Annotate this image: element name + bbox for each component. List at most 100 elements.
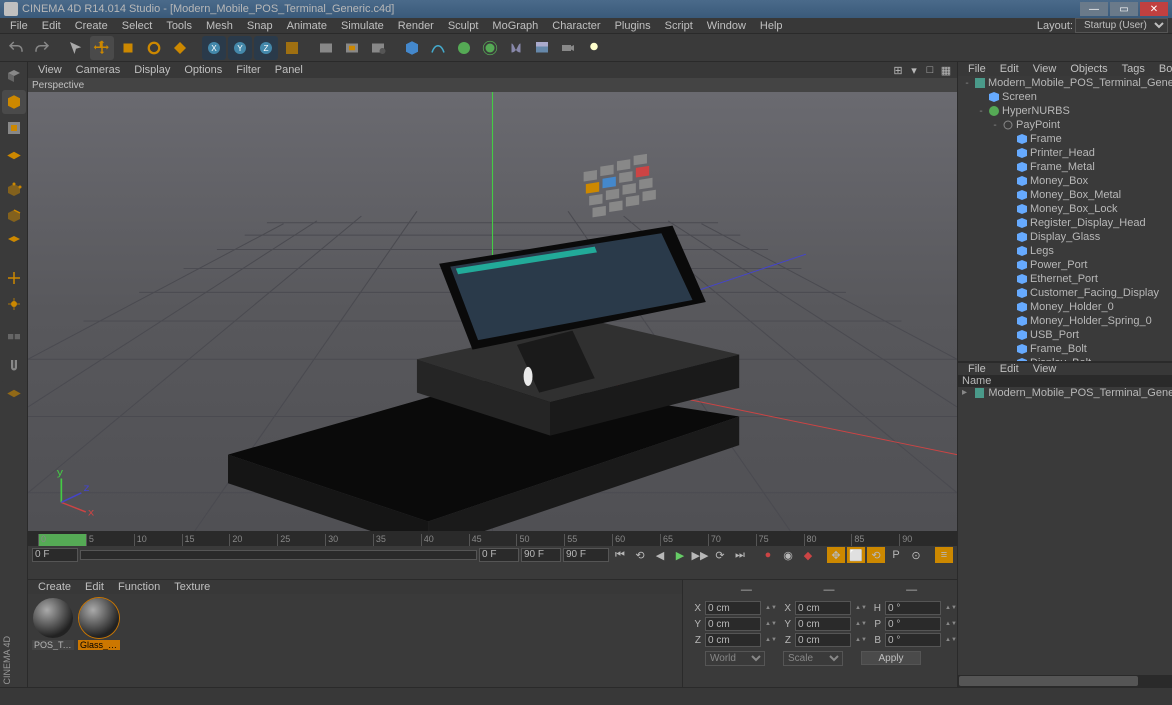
coord-rot-field[interactable]: 0 ° <box>885 601 941 615</box>
coord-size-field[interactable]: 0 cm <box>795 601 851 615</box>
goto-end-button[interactable]: ⏭ <box>731 547 749 563</box>
add-deformer-button[interactable] <box>504 36 528 60</box>
scale-button[interactable] <box>116 36 140 60</box>
snap-button[interactable] <box>2 354 26 378</box>
window-close-button[interactable]: ✕ <box>1140 2 1168 16</box>
object-row[interactable]: -Modern_Mobile_POS_Terminal_Generic <box>958 76 1172 90</box>
vpmenu-filter[interactable]: Filter <box>230 64 266 76</box>
expand-icon[interactable]: - <box>990 120 1000 130</box>
menu-edit[interactable]: Edit <box>36 20 67 32</box>
object-row[interactable]: Printer_Head <box>958 146 1172 160</box>
keyframe-sel-button[interactable]: ◆ <box>799 547 817 563</box>
coord-pos-field[interactable]: 0 cm <box>705 601 761 615</box>
key-param-button[interactable]: P <box>887 547 905 563</box>
object-row[interactable]: Register_Display_Head <box>958 216 1172 230</box>
menu-simulate[interactable]: Simulate <box>335 20 390 32</box>
axis-mode-button[interactable] <box>2 266 26 290</box>
window-maximize-button[interactable]: ▭ <box>1110 2 1138 16</box>
add-modeling-button[interactable] <box>478 36 502 60</box>
coord-scale-select[interactable]: Scale <box>783 651 843 666</box>
expand-icon[interactable] <box>1004 162 1014 172</box>
object-row[interactable]: Screen <box>958 90 1172 104</box>
point-mode-button[interactable] <box>2 178 26 202</box>
timeline-cur-start-field[interactable]: 0 F <box>479 548 519 562</box>
expand-icon[interactable] <box>976 92 986 102</box>
matmenu-edit[interactable]: Edit <box>79 581 110 593</box>
viewport-multi-icon[interactable]: ▦ <box>939 63 953 77</box>
expand-icon[interactable] <box>1004 190 1014 200</box>
menu-select[interactable]: Select <box>116 20 159 32</box>
matmenu-texture[interactable]: Texture <box>168 581 216 593</box>
expand-icon[interactable] <box>1004 246 1014 256</box>
key-rot-button[interactable]: ⟲ <box>867 547 885 563</box>
add-cube-button[interactable] <box>400 36 424 60</box>
y-axis-button[interactable]: Y <box>228 36 252 60</box>
object-row[interactable]: Money_Box_Metal <box>958 188 1172 202</box>
object-row[interactable]: Display_Glass <box>958 230 1172 244</box>
object-row[interactable]: USB_Port <box>958 328 1172 342</box>
viewport-single-icon[interactable]: □ <box>923 63 937 77</box>
object-row[interactable]: -HyperNURBS✓ <box>958 104 1172 118</box>
attrmenu-edit[interactable]: Edit <box>994 363 1025 375</box>
z-axis-button[interactable]: Z <box>254 36 278 60</box>
expand-icon[interactable] <box>1004 344 1014 354</box>
x-axis-button[interactable]: X <box>202 36 226 60</box>
viewport-3d[interactable]: y x z <box>28 92 957 531</box>
autokey-button[interactable]: ◉ <box>779 547 797 563</box>
edge-mode-button[interactable] <box>2 204 26 228</box>
tweak-mode-button[interactable] <box>2 292 26 316</box>
key-pla-button[interactable]: ⊙ <box>907 547 925 563</box>
timeline-options-button[interactable]: ≡ <box>935 547 953 563</box>
object-row[interactable]: Legs <box>958 244 1172 258</box>
objmenu-file[interactable]: File <box>962 63 992 75</box>
layout-selector[interactable]: Startup (User) <box>1075 18 1168 33</box>
expand-icon[interactable] <box>1004 274 1014 284</box>
add-environment-button[interactable] <box>530 36 554 60</box>
vpmenu-options[interactable]: Options <box>178 64 228 76</box>
matmenu-create[interactable]: Create <box>32 581 77 593</box>
render-view-button[interactable] <box>314 36 338 60</box>
goto-start-button[interactable]: ⏮ <box>611 547 629 563</box>
rotate-button[interactable] <box>142 36 166 60</box>
expand-icon[interactable] <box>1004 204 1014 214</box>
add-light-button[interactable] <box>582 36 606 60</box>
expand-icon[interactable] <box>1004 218 1014 228</box>
menu-snap[interactable]: Snap <box>241 20 279 32</box>
menu-animate[interactable]: Animate <box>281 20 333 32</box>
expand-icon[interactable] <box>1004 330 1014 340</box>
locked-workplane-button[interactable] <box>2 380 26 404</box>
object-row[interactable]: Money_Box <box>958 174 1172 188</box>
matmenu-function[interactable]: Function <box>112 581 166 593</box>
coord-size-field[interactable]: 0 cm <box>795 617 851 631</box>
menu-plugins[interactable]: Plugins <box>609 20 657 32</box>
add-spline-button[interactable] <box>426 36 450 60</box>
material-item[interactable]: POS_Termin <box>32 598 74 650</box>
expand-icon[interactable] <box>1004 134 1014 144</box>
coord-rot-field[interactable]: 0 ° <box>885 633 941 647</box>
menu-create[interactable]: Create <box>69 20 114 32</box>
expand-icon[interactable] <box>1004 148 1014 158</box>
expand-icon[interactable] <box>1004 260 1014 270</box>
attrmenu-view[interactable]: View <box>1027 363 1063 375</box>
menu-mesh[interactable]: Mesh <box>200 20 239 32</box>
viewport-camera-icon[interactable]: ▾ <box>907 63 921 77</box>
timeline-start-field[interactable]: 0 F <box>32 548 78 562</box>
key-scale-button[interactable]: ⬜ <box>847 547 865 563</box>
expand-icon[interactable] <box>1004 316 1014 326</box>
vpmenu-panel[interactable]: Panel <box>269 64 309 76</box>
attrmenu-file[interactable]: File <box>962 363 992 375</box>
coord-size-field[interactable]: 0 cm <box>795 633 851 647</box>
prev-key-button[interactable]: ⟲ <box>631 547 649 563</box>
window-minimize-button[interactable]: — <box>1080 2 1108 16</box>
object-row[interactable]: Money_Holder_0 <box>958 300 1172 314</box>
coord-pos-field[interactable]: 0 cm <box>705 633 761 647</box>
object-row[interactable]: Power_Port <box>958 258 1172 272</box>
object-row[interactable]: Customer_Facing_Display <box>958 286 1172 300</box>
timeline-end-field[interactable]: 90 F <box>563 548 609 562</box>
object-row[interactable]: Money_Box_Lock <box>958 202 1172 216</box>
model-mode-button[interactable] <box>2 90 26 114</box>
object-row[interactable]: Frame <box>958 132 1172 146</box>
timeline-cur-end-field[interactable]: 90 F <box>521 548 561 562</box>
object-row[interactable]: Ethernet_Port <box>958 272 1172 286</box>
last-tool-button[interactable] <box>168 36 192 60</box>
